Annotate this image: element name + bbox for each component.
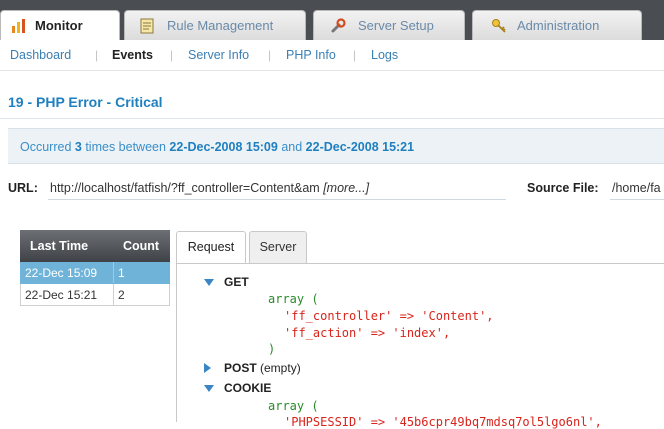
- tab-label: Rule Management: [167, 18, 274, 33]
- occurred-prefix: Occurred: [20, 140, 72, 154]
- cell-divider: [113, 262, 114, 283]
- subnav-separator: |: [268, 48, 272, 62]
- table-row[interactable]: 22-Dec 15:21 2: [20, 284, 170, 306]
- request-panel: [176, 263, 664, 422]
- tab-server-setup[interactable]: Server Setup: [313, 10, 465, 40]
- source-file-value: /home/fa: [612, 181, 661, 195]
- column-header-last-time[interactable]: Last Time: [30, 239, 88, 253]
- get-section-label: GET: [224, 275, 249, 289]
- subnav-php-info[interactable]: PHP Info: [286, 48, 336, 62]
- tab-server[interactable]: Server: [249, 231, 307, 263]
- cell-divider: [113, 284, 114, 305]
- row-count: 2: [118, 288, 125, 302]
- subnav-events[interactable]: Events: [112, 48, 153, 62]
- bar-chart-icon: [12, 19, 25, 33]
- column-header-count[interactable]: Count: [123, 239, 159, 253]
- key-icon: [492, 19, 506, 33]
- post-empty-note: (empty): [260, 361, 301, 375]
- code-line: 'PHPSESSID' => '45b6cpr49bq7mdsq7ol5lgo6…: [284, 415, 602, 429]
- row-time: 22-Dec 15:21: [25, 288, 98, 302]
- tab-rule-management[interactable]: Rule Management: [124, 10, 306, 40]
- subnav-separator: |: [353, 48, 357, 62]
- expand-toggle-icon[interactable]: [204, 279, 214, 286]
- wrench-icon: [331, 18, 346, 33]
- subnav-separator: |: [95, 48, 99, 62]
- collapse-toggle-icon[interactable]: [204, 363, 211, 373]
- source-underline: [610, 199, 664, 200]
- main-tab-bar: Monitor Rule Management Server Setup Adm…: [0, 0, 664, 41]
- occurred-from: 22-Dec-2008 15:09: [169, 140, 278, 154]
- occurred-to: 22-Dec-2008 15:21: [305, 140, 415, 154]
- occurred-and: and: [281, 140, 303, 154]
- sub-navigation: Dashboard | Events | Server Info | PHP I…: [0, 40, 664, 71]
- table-row[interactable]: 22-Dec 15:09 1: [20, 262, 170, 284]
- tab-monitor[interactable]: Monitor: [0, 10, 120, 41]
- occurrence-summary: Occurred 3 times between 22-Dec-2008 15:…: [8, 128, 664, 164]
- title-divider: [0, 118, 664, 119]
- tab-administration[interactable]: Administration: [472, 10, 642, 40]
- post-section-label: POST (empty): [224, 361, 301, 375]
- expand-toggle-icon[interactable]: [204, 385, 214, 392]
- url-more-link[interactable]: [more...]: [323, 181, 369, 195]
- cookie-section-label: COOKIE: [224, 381, 272, 395]
- code-line: 'ff_action' => 'index',: [284, 326, 451, 340]
- event-title: 19 - PHP Error - Critical: [8, 94, 163, 110]
- tab-label: Monitor: [35, 18, 83, 33]
- row-time: 22-Dec 15:09: [25, 266, 98, 280]
- tab-request[interactable]: Request: [176, 231, 246, 264]
- tab-label: Administration: [517, 18, 600, 33]
- occurrences-table: Last Time Count 22-Dec 15:09 1 22-Dec 15…: [20, 230, 170, 306]
- occurred-mid: times between: [85, 140, 166, 154]
- source-file-label: Source File:: [527, 181, 599, 195]
- occurrence-text: Occurred 3 times between 22-Dec-2008 15:…: [20, 140, 414, 154]
- code-line: ): [268, 342, 276, 356]
- url-text: http://localhost/fatfish/?ff_controller=…: [50, 181, 320, 195]
- url-value: http://localhost/fatfish/?ff_controller=…: [50, 181, 369, 195]
- subnav-separator: |: [170, 48, 174, 62]
- subnav-server-info[interactable]: Server Info: [188, 48, 249, 62]
- subnav-logs[interactable]: Logs: [371, 48, 398, 62]
- subnav-dashboard[interactable]: Dashboard: [10, 48, 71, 62]
- rules-document-icon: [140, 18, 154, 34]
- url-label: URL:: [8, 181, 38, 195]
- row-count: 1: [118, 266, 125, 280]
- table-header: Last Time Count: [20, 230, 170, 262]
- occurred-count: 3: [74, 140, 82, 154]
- url-underline: [48, 199, 506, 200]
- code-line: array (: [268, 399, 319, 413]
- code-line: array (: [268, 292, 319, 306]
- tab-label: Server Setup: [358, 18, 434, 33]
- code-line: 'ff_controller' => 'Content',: [284, 309, 494, 323]
